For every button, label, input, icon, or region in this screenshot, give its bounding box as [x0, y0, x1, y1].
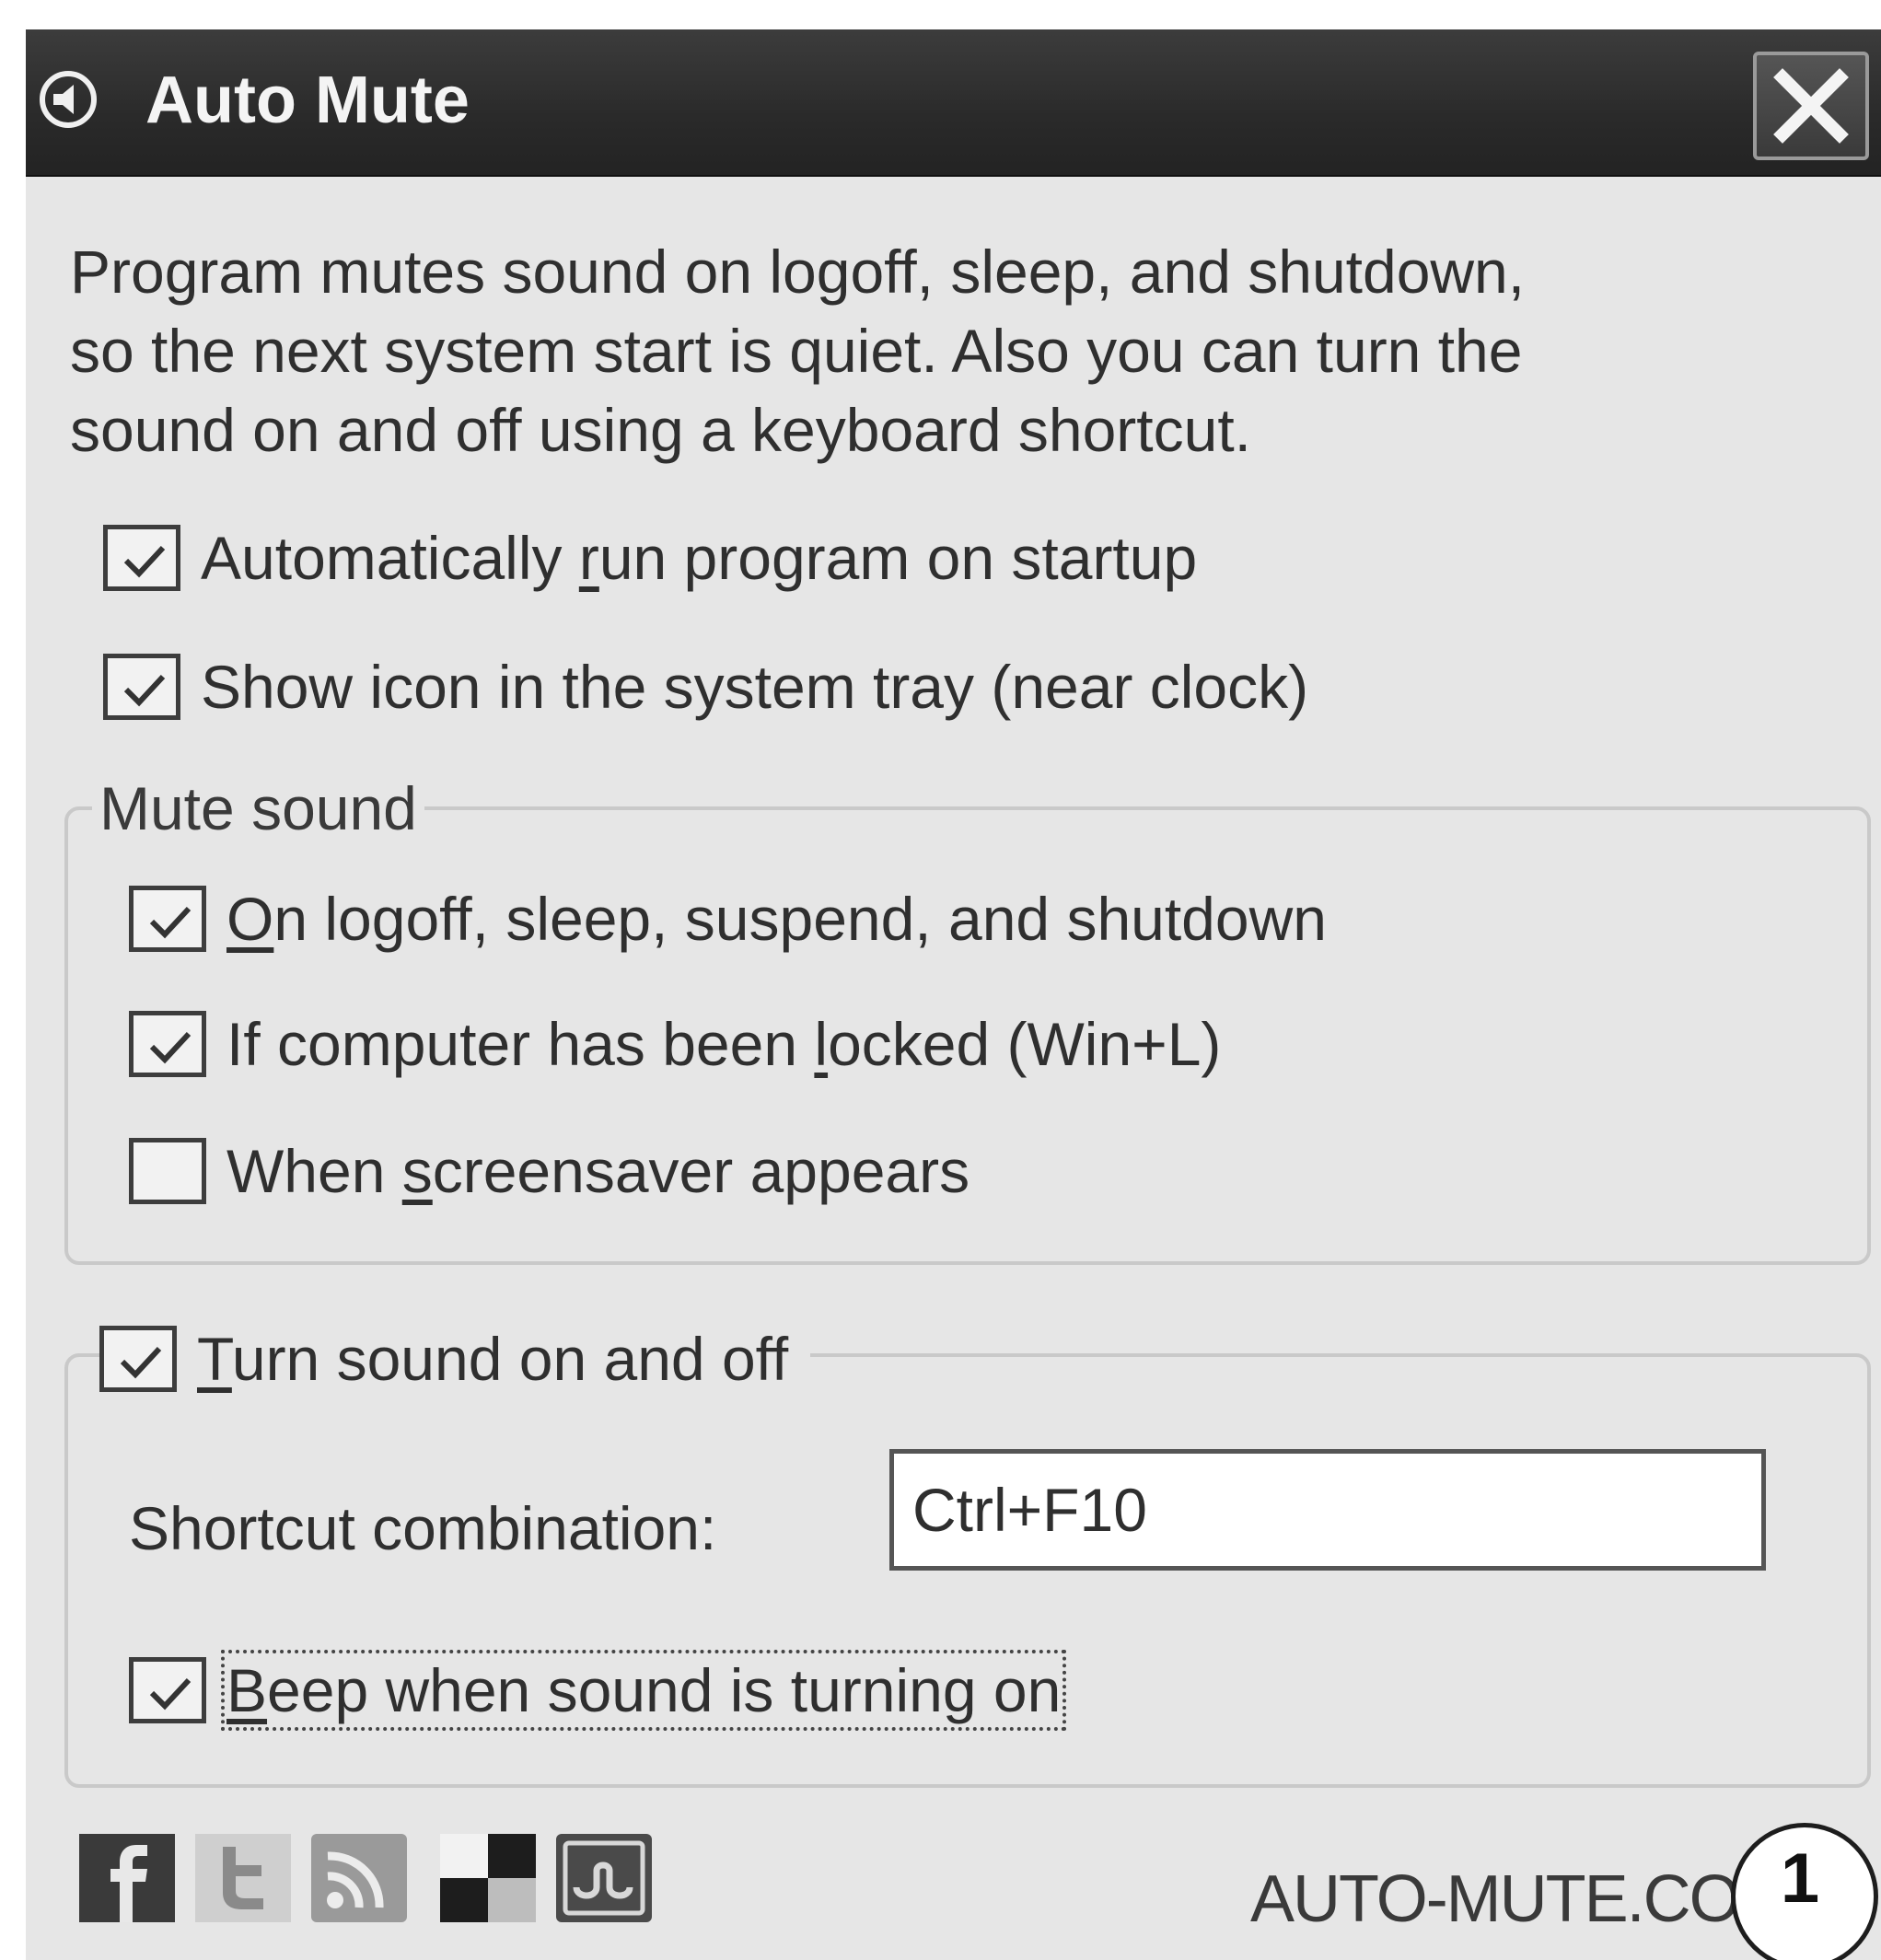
description-line-3: sound on and off using a keyboard shortc… [70, 396, 1252, 464]
beep-label: Beep when sound is turning on [220, 1650, 1067, 1731]
beep-option[interactable]: Beep when sound is turning on [129, 1650, 1067, 1731]
callout-badge: 1 [1731, 1823, 1878, 1960]
screensaver-checkbox[interactable] [129, 1138, 206, 1204]
logoff-label: On logoff, sleep, suspend, and shutdown [226, 885, 1327, 953]
check-icon [149, 1031, 192, 1064]
tray-checkbox[interactable] [103, 654, 180, 720]
close-button[interactable] [1753, 52, 1869, 160]
autorun-checkbox[interactable] [103, 525, 180, 591]
toggle-sound-label: Turn sound on and off [197, 1325, 789, 1393]
rss-icon[interactable] [311, 1834, 407, 1922]
speaker-icon [39, 70, 98, 129]
window-title: Auto Mute [145, 64, 470, 137]
screensaver-option[interactable]: When screensaver appears [129, 1136, 970, 1206]
locked-option[interactable]: If computer has been locked (Win+L) [129, 1009, 1221, 1079]
tray-label: Show icon in the system tray (near clock… [201, 653, 1309, 721]
website-link[interactable]: AUTO-MUTE.CO [1250, 1861, 1741, 1937]
twitter-icon[interactable] [195, 1834, 291, 1922]
check-icon [149, 1677, 192, 1711]
logoff-checkbox[interactable] [129, 886, 206, 952]
description-line-2: so the next system start is quiet. Also … [70, 317, 1523, 385]
toggle-sound-checkbox[interactable] [99, 1326, 177, 1392]
autorun-label: Automatically run program on startup [201, 524, 1198, 592]
description-text: Program mutes sound on logoff, sleep, an… [70, 232, 1875, 470]
tray-option[interactable]: Show icon in the system tray (near clock… [103, 652, 1308, 722]
facebook-icon[interactable] [79, 1834, 175, 1922]
locked-label: If computer has been locked (Win+L) [226, 1010, 1222, 1078]
callout-number: 1 [1780, 1839, 1820, 1918]
locked-checkbox[interactable] [129, 1011, 206, 1077]
title-bar[interactable]: Auto Mute [26, 29, 1881, 177]
logoff-option[interactable]: On logoff, sleep, suspend, and shutdown [129, 884, 1327, 954]
shortcut-label: Shortcut combination: [129, 1494, 717, 1562]
stumbleupon-icon[interactable] [556, 1834, 652, 1922]
auto-mute-window: Auto Mute Program mutes sound on logoff,… [26, 29, 1881, 1960]
check-icon [149, 906, 192, 939]
mute-sound-legend: Mute sound [92, 773, 424, 843]
check-icon [123, 545, 166, 578]
autorun-option[interactable]: Automatically run program on startup [103, 523, 1197, 593]
check-icon [120, 1346, 162, 1379]
beep-checkbox[interactable] [129, 1657, 206, 1723]
screensaver-label: When screensaver appears [226, 1137, 970, 1205]
description-line-1: Program mutes sound on logoff, sleep, an… [70, 238, 1526, 306]
toggle-sound-option[interactable]: Turn sound on and off [99, 1324, 811, 1394]
shortcut-input[interactable] [889, 1449, 1766, 1571]
check-icon [123, 674, 166, 707]
delicious-icon[interactable] [440, 1834, 536, 1922]
